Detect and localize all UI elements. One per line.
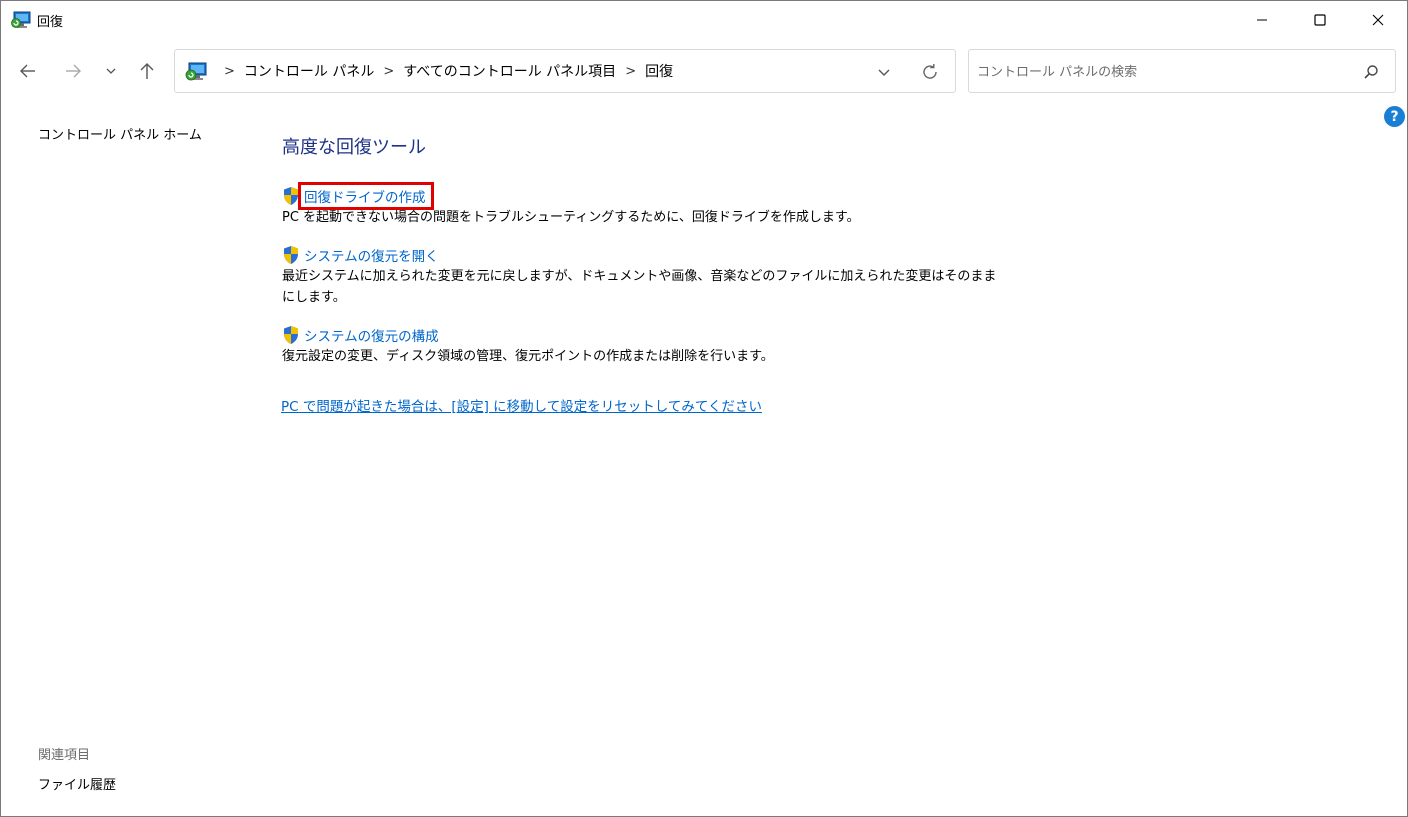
maximize-icon — [1314, 14, 1326, 26]
address-dropdown-button[interactable] — [872, 60, 896, 84]
chevron-right-icon: > — [224, 63, 235, 79]
search-input[interactable] — [977, 61, 1347, 83]
chevron-down-icon — [106, 68, 116, 74]
uac-shield-icon — [282, 325, 300, 345]
help-icon[interactable]: ? — [1384, 106, 1405, 127]
back-button[interactable] — [14, 59, 42, 83]
breadcrumb: > コントロール パネル > すべてのコントロール パネル項目 > 回復 — [215, 50, 673, 92]
minimize-icon — [1257, 19, 1267, 21]
highlight-box — [298, 182, 434, 210]
minimize-button[interactable] — [1233, 1, 1291, 39]
back-arrow-icon — [20, 64, 35, 78]
task-description: 最近システムに加えられた変更を元に戻しますが、ドキュメントや画像、音楽などのファ… — [282, 269, 997, 305]
uac-shield-icon — [282, 245, 300, 265]
task-open-system-restore: システムの復元を開く 最近システムに加えられた変更を元に戻しますが、ドキュメント… — [282, 244, 1002, 308]
see-also-header: 関連項目 — [38, 748, 91, 763]
chevron-down-icon — [878, 69, 890, 76]
task-description: 復元設定の変更、ディスク領域の管理、復元ポイントの作成または削除を行います。 — [282, 349, 774, 364]
title-bar: 回復 — [1, 1, 1407, 39]
forward-button[interactable] — [59, 59, 87, 83]
chevron-right-icon[interactable]: > — [383, 64, 394, 79]
window-title: 回復 — [37, 15, 64, 30]
task-create-recovery-drive: 回復ドライブの作成 PC を起動できない場合の問題をトラブルシューティングするた… — [282, 182, 1002, 228]
navigation-bar: > コントロール パネル > すべてのコントロール パネル項目 > 回復 — [1, 39, 1407, 101]
address-bar[interactable]: > コントロール パネル > すべてのコントロール パネル項目 > 回復 — [174, 49, 956, 93]
up-arrow-icon — [140, 63, 154, 79]
open-system-restore-link[interactable]: システムの復元を開く — [304, 245, 439, 265]
recovery-monitor-icon — [185, 62, 207, 82]
task-configure-system-restore: システムの復元の構成 復元設定の変更、ディスク領域の管理、復元ポイントの作成また… — [282, 324, 1002, 367]
refresh-icon — [923, 64, 937, 79]
reset-settings-link[interactable]: PC で問題が起きた場合は、[設定] に移動して設定をリセットしてみてください — [281, 395, 762, 415]
recovery-window: 回復 > コントロール パネル > すべてのコントロール パネル項目 > 回復 … — [0, 0, 1408, 817]
task-description: PC を起動できない場合の問題をトラブルシューティングするために、回復ドライブを… — [282, 210, 860, 225]
search-box[interactable] — [968, 49, 1396, 93]
breadcrumb-item-all-items[interactable]: すべてのコントロール パネル項目 — [403, 61, 616, 81]
recent-locations-button[interactable] — [99, 59, 123, 83]
search-icon[interactable] — [1361, 62, 1381, 82]
breadcrumb-item-recovery[interactable]: 回復 — [645, 61, 673, 81]
configure-system-restore-link[interactable]: システムの復元の構成 — [304, 325, 439, 345]
forward-arrow-icon — [66, 64, 81, 78]
maximize-button[interactable] — [1291, 1, 1349, 39]
breadcrumb-item-control-panel[interactable]: コントロール パネル — [244, 61, 374, 81]
close-button[interactable] — [1349, 1, 1407, 39]
page-title: 高度な回復ツール — [282, 137, 426, 158]
chevron-right-icon[interactable]: > — [625, 64, 636, 79]
close-icon — [1372, 14, 1384, 26]
refresh-button[interactable] — [917, 60, 943, 84]
up-button[interactable] — [133, 59, 161, 83]
file-history-link[interactable]: ファイル履歴 — [38, 774, 116, 793]
control-panel-home-link[interactable]: コントロール パネル ホーム — [38, 124, 202, 143]
recovery-monitor-icon — [11, 11, 31, 29]
